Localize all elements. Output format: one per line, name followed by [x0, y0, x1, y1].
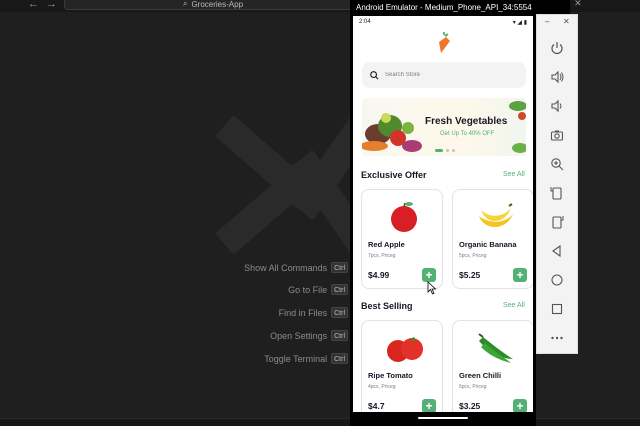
- carousel-dot[interactable]: [446, 149, 449, 152]
- volume-down-icon[interactable]: [548, 97, 566, 115]
- product-name: Green Chilli: [459, 371, 502, 380]
- back-arrow-icon[interactable]: ←: [28, 0, 39, 10]
- banner-title: Fresh Vegetables: [425, 116, 508, 127]
- home-gesture-bar[interactable]: [418, 417, 468, 419]
- product-name: Red Apple: [368, 240, 405, 249]
- product-price: $4.99: [368, 270, 390, 280]
- add-to-cart-button[interactable]: +: [513, 268, 527, 282]
- overview-icon[interactable]: [548, 300, 566, 318]
- product-price: $4.7: [368, 401, 385, 411]
- back-icon[interactable]: [548, 242, 566, 260]
- product-unit: 4pcs, Priceg: [368, 384, 396, 390]
- toggle-terminal[interactable]: Toggle Terminal Ctrl: [148, 353, 348, 364]
- add-to-cart-button[interactable]: +: [513, 399, 527, 412]
- carousel-dot-active[interactable]: [435, 149, 443, 152]
- product-price: $3.25: [459, 401, 481, 411]
- search-store-input[interactable]: [362, 62, 526, 88]
- exclusive-offer-title: Exclusive Offer: [361, 170, 427, 180]
- go-to-file[interactable]: Go to File Ctrl: [148, 284, 348, 295]
- carrot-logo-icon: [439, 31, 450, 53]
- status-time: 2:04: [359, 19, 371, 25]
- product-price: $5.25: [459, 270, 481, 280]
- red-apple-image-icon: [391, 202, 417, 232]
- emulator-title: Android Emulator - Medium_Phone_API_34:5…: [350, 0, 570, 14]
- phone-frame: 2:04 ▾ ◢ ▮ Search Store Fresh Vegetables…: [350, 14, 536, 426]
- plus-icon: +: [516, 399, 524, 412]
- product-unit: 5pcs, Priceg: [459, 253, 487, 259]
- minimize-icon[interactable]: –: [545, 17, 549, 26]
- more-options-icon[interactable]: [548, 329, 566, 347]
- zoom-icon[interactable]: [548, 155, 566, 173]
- android-emulator-window: Android Emulator - Medium_Phone_API_34:5…: [350, 0, 640, 426]
- forward-arrow-icon[interactable]: →: [46, 0, 57, 10]
- banana-image-icon: [479, 203, 513, 228]
- best-see-all-link[interactable]: See All: [503, 302, 525, 309]
- product-card-ripe-tomato[interactable]: Ripe Tomato 4pcs, Priceg $4.7 +: [361, 320, 443, 412]
- vegetables-image-icon: [362, 113, 422, 152]
- product-card-organic-banana[interactable]: Organic Banana 5pcs, Priceg $5.25 +: [452, 189, 533, 289]
- product-name: Organic Banana: [459, 240, 517, 249]
- workspace-name: Groceries-App: [191, 0, 244, 9]
- product-card-red-apple[interactable]: Red Apple 7pcs, Priceg $4.99 +: [361, 189, 443, 289]
- open-settings[interactable]: Open Settings Ctrl: [148, 330, 348, 341]
- rotate-right-icon[interactable]: [548, 213, 566, 231]
- green-chilli-image-icon: [478, 333, 513, 363]
- leaves-decor-icon: [509, 101, 526, 153]
- promo-banner[interactable]: Fresh Vegetables Get Up To 40% OFF: [362, 98, 526, 156]
- tomato-image-icon: [387, 337, 423, 362]
- carousel-dot[interactable]: [452, 149, 455, 152]
- search-field[interactable]: [385, 72, 505, 78]
- best-selling-title: Best Selling: [361, 301, 413, 311]
- emulator-control-panel: – ✕: [536, 14, 578, 354]
- plus-icon: +: [516, 268, 524, 282]
- phone-screen: 2:04 ▾ ◢ ▮ Search Store Fresh Vegetables…: [353, 16, 533, 412]
- show-all-commands[interactable]: Show All Commands Ctrl: [148, 262, 348, 273]
- product-card-green-chilli[interactable]: Green Chilli 6pcs, Priceg $3.25 +: [452, 320, 533, 412]
- product-name: Ripe Tomato: [368, 371, 413, 380]
- mouse-cursor-icon: [427, 281, 437, 295]
- status-bar: 2:04 ▾ ◢ ▮: [353, 16, 533, 28]
- plus-icon: +: [425, 268, 433, 282]
- search-icon: [370, 70, 379, 79]
- product-unit: 6pcs, Priceg: [459, 384, 487, 390]
- exclusive-see-all-link[interactable]: See All: [503, 171, 525, 178]
- volume-up-icon[interactable]: [548, 68, 566, 86]
- command-center-search[interactable]: ⌕ Groceries-App: [64, 0, 362, 10]
- add-to-cart-button[interactable]: +: [422, 268, 436, 282]
- close-icon[interactable]: ✕: [563, 17, 570, 26]
- search-icon: ⌕: [182, 0, 188, 8]
- plus-icon: +: [425, 399, 433, 412]
- product-unit: 7pcs, Priceg: [368, 253, 396, 259]
- banner-subtitle: Get Up To 40% OFF: [440, 131, 495, 137]
- camera-icon[interactable]: [548, 126, 566, 144]
- rotate-left-icon[interactable]: [548, 184, 566, 202]
- power-icon[interactable]: [548, 39, 566, 57]
- status-icons: ▾ ◢ ▮: [512, 19, 527, 26]
- add-to-cart-button[interactable]: +: [422, 399, 436, 412]
- find-in-files[interactable]: Find in Files Ctrl: [148, 307, 348, 318]
- home-icon[interactable]: [548, 271, 566, 289]
